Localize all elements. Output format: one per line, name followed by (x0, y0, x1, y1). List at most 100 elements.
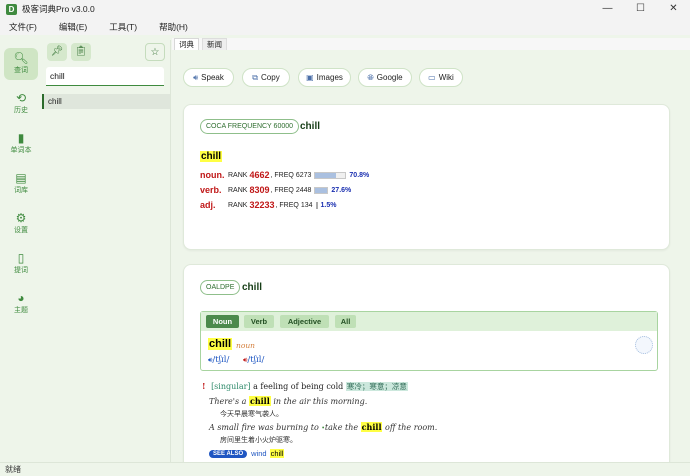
status-bar: 就绪 (0, 462, 690, 476)
copy-icon: ⧉ (252, 73, 259, 82)
images-button[interactable]: ▣ Images (298, 68, 351, 87)
nav-label: 历史 (14, 107, 28, 114)
percent-value: 27.6% (331, 186, 352, 194)
example-keyword: chill (248, 396, 271, 406)
pron-uk[interactable]: 🔊︎/tʃɪl/ (208, 355, 229, 365)
title-bar: D 极客词典Pro v3.0.0 — ☐ ✕ (0, 0, 690, 18)
menu-edit[interactable]: 编辑(E) (59, 21, 87, 33)
minimize-button[interactable]: — (591, 0, 624, 18)
menu-help[interactable]: 帮助(H) (159, 21, 188, 33)
nav-item-history[interactable]: ⟲ 历史 (4, 88, 38, 120)
percent-value: 70.8% (349, 171, 370, 179)
speak-button[interactable]: 🔊︎ Speak (183, 68, 234, 87)
pos-label: noun. (200, 170, 225, 180)
rank-label: RANK (228, 186, 248, 194)
freq-label: , FREQ (270, 186, 294, 194)
pos-label: verb. (200, 185, 222, 195)
close-button[interactable]: ✕ (657, 0, 690, 18)
copy-button[interactable]: ⧉ Copy (242, 68, 290, 87)
freq-bar (314, 171, 347, 179)
nav-label: 提词 (14, 267, 28, 274)
pos-tab-noun[interactable]: Noun (206, 315, 239, 328)
nav-item-library[interactable]: ▤ 词库 (4, 168, 38, 200)
wiki-label: Wiki (438, 73, 454, 82)
freq-row-noun: noun. RANK 4662 , FREQ 6273 70.8% (200, 169, 369, 181)
rank-value: 4662 (249, 170, 270, 180)
search-icon: 🔍︎ (13, 51, 29, 65)
tab-news[interactable]: 新闻 (202, 38, 227, 50)
pos-tab-verb[interactable]: Verb (244, 315, 274, 328)
pron-text: /tʃɪl/ (212, 355, 230, 365)
nav-label: 主题 (14, 307, 28, 314)
menu-file[interactable]: 文件(F) (9, 21, 37, 33)
google-label: Google (376, 73, 403, 82)
nav-item-prompt[interactable]: ▯ 提词 (4, 248, 38, 280)
freq-bar (314, 186, 329, 194)
dictionary-tag[interactable]: COCA FREQUENCY 60000 (200, 119, 300, 134)
pos-tab-adjective[interactable]: Adjective (280, 315, 329, 328)
speak-label: Speak (201, 73, 224, 82)
google-button[interactable]: 🌐︎ Google (358, 68, 412, 87)
clipboard-icon: 📋︎ (74, 46, 88, 57)
entry-word: chill (208, 338, 233, 350)
freq-row-adj: adj. RANK 32233 , FREQ 134 1.5% (200, 199, 336, 211)
rank-value: 8309 (249, 185, 270, 195)
see-also-word[interactable]: chill (269, 449, 285, 458)
see-also-link[interactable]: wind (251, 449, 266, 458)
definition-text: a feeling of being cold (253, 382, 344, 391)
list-item[interactable]: chill (42, 94, 170, 109)
tab-dictionary[interactable]: 词典 (174, 38, 199, 50)
nav-item-settings[interactable]: ⚙ 设置 (4, 208, 38, 240)
dictionary-tag[interactable]: OALDPE (200, 280, 241, 295)
dictionary-content: 🔊︎ Speak ⧉ Copy ▣ Images 🌐︎ Google ▭ Wiki COC… (172, 50, 682, 462)
images-label: Images (316, 73, 343, 82)
wiki-button[interactable]: ▭ Wiki (419, 68, 463, 87)
example-text: take the (324, 423, 359, 432)
nav-item-wordbook[interactable]: ▮ 单词本 (4, 128, 38, 160)
pin-icon: 📌︎ (50, 46, 64, 57)
example-keyword: chill (360, 422, 383, 432)
example-translation: 今天早晨寒气袭人。 (220, 411, 283, 418)
see-also-badge: SEE ALSO (209, 449, 248, 458)
gear-icon: ⚙ (15, 211, 27, 225)
wiki-icon: ▭ (428, 73, 436, 82)
freq-label: , FREQ (275, 201, 299, 209)
entry-box: Noun Verb Adjective All chill noun 🔊︎/tʃ… (200, 311, 658, 371)
scrollbar[interactable] (683, 50, 690, 462)
freq-value: 6273 (295, 171, 312, 179)
history-icon: ⟲ (15, 91, 27, 105)
coca-word: chill (200, 151, 223, 162)
seal-icon (635, 336, 653, 354)
freq-label: , FREQ (270, 171, 294, 179)
menu-bar: 文件(F) 编辑(E) 工具(T) 帮助(H) (0, 18, 690, 35)
search-input[interactable]: chill (46, 67, 164, 86)
headword: chill (242, 282, 263, 293)
pos-tab-all[interactable]: All (335, 315, 356, 328)
pos-tabs: Noun Verb Adjective All (201, 312, 657, 331)
nav-item-theme[interactable]: ◕ 主题 (4, 288, 38, 320)
maximize-button[interactable]: ☐ (624, 0, 657, 18)
nav-label: 查词 (14, 67, 28, 74)
see-also: SEE ALSO wind chill (209, 449, 285, 458)
tab-bar: 词典 新闻 (172, 38, 690, 50)
grammar-label: [singular] (211, 382, 251, 391)
book-icon: ▮ (17, 131, 25, 145)
star-icon: ☆ (150, 47, 160, 58)
clipboard-button[interactable]: 📋︎ (71, 43, 91, 61)
definition-chinese: 寒冷；寒意；凉意 (345, 382, 408, 391)
favorite-button[interactable]: ☆ (145, 43, 165, 61)
freq-value: 2448 (295, 186, 312, 194)
menu-tools[interactable]: 工具(T) (109, 21, 137, 33)
example-text: A small fire was burning to (209, 423, 319, 432)
image-icon: ▣ (306, 73, 314, 82)
speaker-icon: 🔊︎ (193, 73, 199, 82)
nav-rail: 🔍︎ 查词 ⟲ 历史 ▮ 单词本 ▤ 词库 ⚙ 设置 ▯ 提词 ◕ 主题 (0, 40, 41, 462)
example-sentence: There's a chill in the air this morning. (209, 396, 367, 406)
example-text: in the air this morning. (273, 397, 368, 406)
copy-label: Copy (261, 73, 280, 82)
library-icon: ▤ (15, 171, 27, 185)
pron-us[interactable]: 🔊︎/tʃɪl/ (243, 355, 264, 365)
nav-item-lookup[interactable]: 🔍︎ 查词 (4, 48, 38, 80)
pin-button[interactable]: 📌︎ (47, 43, 67, 61)
palette-icon: ◕ (17, 291, 25, 305)
